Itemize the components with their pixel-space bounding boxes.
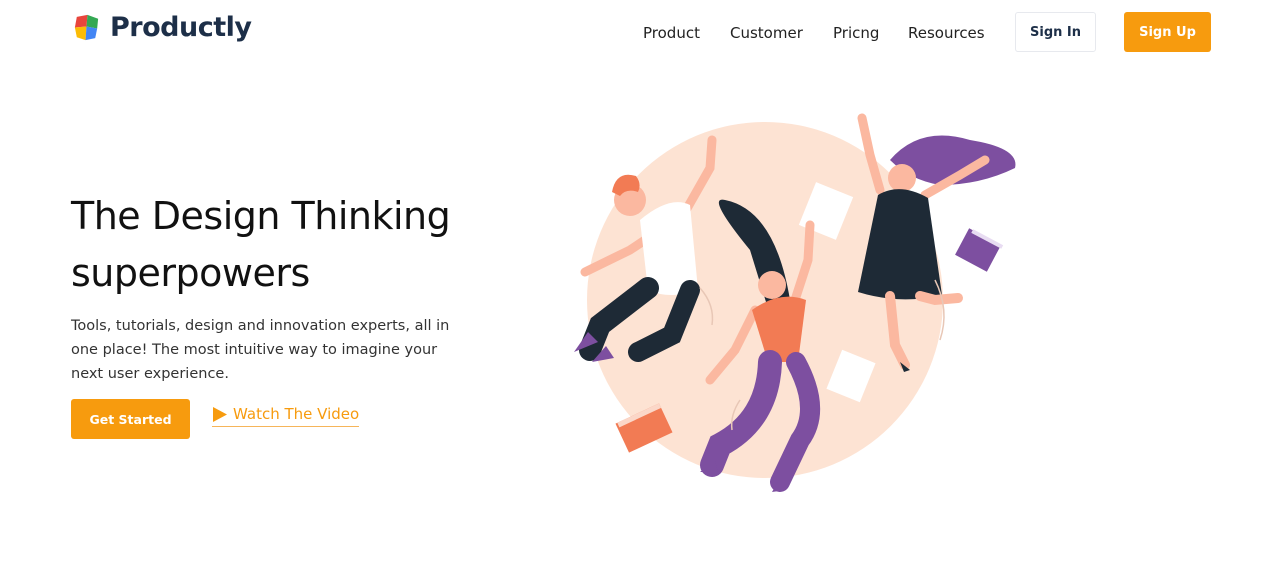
hero-title: The Design Thinking superpowers [71,188,491,302]
nav-link-product[interactable]: Product [643,23,700,43]
nav-link-pricing[interactable]: Pricng [833,23,879,43]
sign-in-button[interactable]: Sign In [1015,12,1096,52]
nav-link-resources[interactable]: Resources [908,23,985,43]
jumping-people-illustration [574,113,1016,492]
book-purple [955,228,1004,272]
hero-title-line1: The Design Thinking [71,194,451,238]
main-nav: Product Customer Pricng Resources Sign I… [0,0,1280,64]
play-icon [213,406,227,422]
nav-link-customer[interactable]: Customer [730,23,803,43]
watch-video-link[interactable]: Watch The Video [212,405,360,427]
landing-page: Productly Product Customer Pricng Resour… [0,0,1280,570]
watch-video-label: Watch The Video [233,405,360,423]
hero-description: Tools, tutorials, design and innovation … [71,318,450,382]
sign-up-button[interactable]: Sign Up [1124,12,1211,52]
hero-title-line2: superpowers [71,251,310,295]
get-started-button[interactable]: Get Started [71,399,190,439]
